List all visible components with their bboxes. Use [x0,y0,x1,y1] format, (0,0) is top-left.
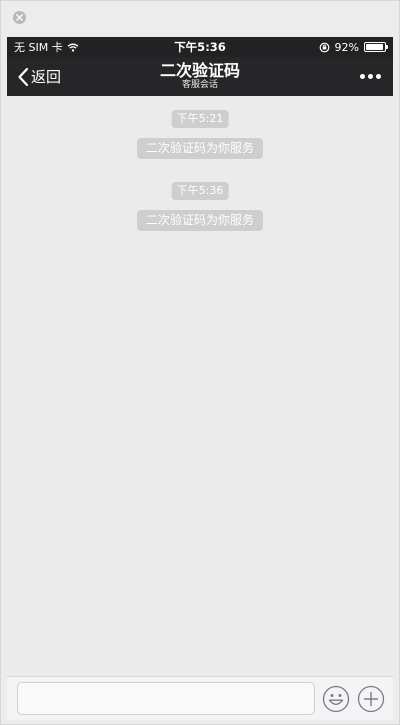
navigation-bar: 返回 二次验证码 客服会话 [7,57,393,96]
back-button[interactable]: 返回 [17,57,61,96]
battery-percent: 92% [334,40,359,54]
app-window: 无 SIM 卡 下午5:36 92% 返回 二次验证码 客服会话 下午5:21 … [0,0,400,725]
system-message: 二次验证码为你服务 [136,210,264,231]
wifi-icon [67,43,79,52]
battery-icon [364,42,388,52]
emoji-icon[interactable] [322,685,350,713]
system-message: 二次验证码为你服务 [136,138,264,159]
page-title: 二次验证码 [159,61,240,80]
more-icon[interactable] [357,57,383,96]
close-icon[interactable] [13,11,26,24]
message-input[interactable] [17,682,315,715]
carrier-label: 无 SIM 卡 [14,41,63,54]
chevron-left-icon [18,67,29,86]
chat-area: 下午5:21 二次验证码为你服务 下午5:36 二次验证码为你服务 [7,96,393,676]
phone-screen: 无 SIM 卡 下午5:36 92% 返回 二次验证码 客服会话 下午5:21 … [7,37,393,720]
input-bar [7,676,393,720]
message-timestamp: 下午5:21 [171,110,229,128]
status-bar: 无 SIM 卡 下午5:36 92% [7,37,393,57]
message-timestamp: 下午5:36 [171,182,229,200]
plus-icon[interactable] [357,685,385,713]
back-label: 返回 [31,68,62,86]
rotation-lock-icon [319,42,329,52]
page-subtitle: 客服会话 [181,80,218,90]
